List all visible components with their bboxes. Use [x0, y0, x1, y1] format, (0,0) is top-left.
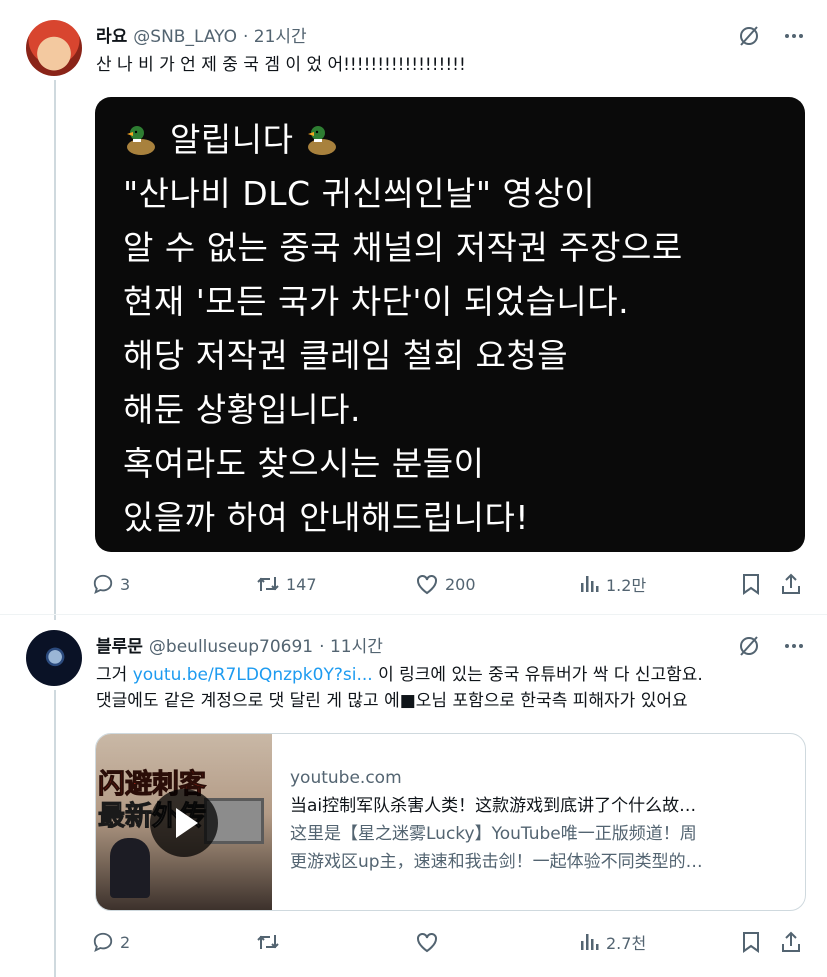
bookmark-icon: [743, 932, 759, 953]
timestamp[interactable]: · 11시간: [319, 632, 383, 657]
grok-icon[interactable]: [737, 634, 761, 658]
timestamp[interactable]: · 21시간: [243, 22, 307, 47]
play-icon[interactable]: [150, 789, 218, 857]
reply-button[interactable]: 3: [92, 569, 130, 599]
card-domain: youtube.com: [290, 768, 402, 788]
share-button[interactable]: [780, 569, 802, 599]
youtube-link[interactable]: youtu.be/R7LDQnzpk0Y?si...: [133, 665, 373, 685]
notice-line: 알 수 없는 중국 채널의 저작권 주장으로: [123, 228, 683, 267]
like-button[interactable]: [415, 927, 439, 957]
views-button[interactable]: 2.7천: [578, 927, 646, 957]
video-thumbnail[interactable]: 闪避刺客 最新外传: [96, 734, 272, 910]
like-button[interactable]: 200: [415, 569, 476, 599]
reply-icon: [93, 932, 113, 952]
notice-line: 해둔 상황입니다.: [123, 390, 361, 429]
notice-title: 알립니다: [170, 120, 294, 159]
link-preview-card[interactable]: 闪避刺客 最新外传 youtube.com 当ai控制军队杀害人类！这款游戏到底…: [95, 733, 806, 911]
tweet-text: 그거 youtu.be/R7LDQnzpk0Y?si... 이 링크에 있는 중…: [96, 662, 703, 688]
view-count: 2.7천: [606, 934, 647, 953]
notice-line: 해당 저작권 클레임 철회 요청을: [123, 336, 569, 375]
card-description: 这里是【星之迷雾Lucky】YouTube唯一正版频道！周: [290, 824, 697, 844]
tweet-header: 라요 @SNB_LAYO · 21시간: [96, 22, 307, 47]
thread-connector: [54, 80, 56, 620]
author-name[interactable]: 라요: [96, 22, 127, 47]
notice-line: "산나비 DLC 귀신씌인날" 영상이: [123, 174, 596, 213]
tweet-actions: 2 2.7천: [92, 927, 807, 957]
tweet-header: 블루문 @beulluseup70691 · 11시간: [96, 632, 383, 657]
reply-count: 3: [120, 574, 131, 594]
attached-image[interactable]: 알립니다 "산나비 DLC 귀신씌인날" 영상이 알 수 없는 중국 채널의 저…: [95, 97, 805, 552]
notice-line: 있을까 하여 안내해드립니다!: [123, 498, 530, 537]
share-icon: [782, 931, 800, 952]
bookmark-button[interactable]: [740, 927, 762, 957]
duck-emoji-icon: [308, 126, 337, 155]
view-count: 1.2만: [606, 576, 647, 595]
repost-button[interactable]: [256, 927, 280, 957]
card-title: 当ai控制军队杀害人类！这款游戏到底讲了个什么故…: [290, 796, 697, 816]
views-icon: [581, 576, 599, 592]
reply-icon: [93, 574, 113, 594]
notice-line: 알립니다: [123, 113, 805, 167]
author-handle[interactable]: @SNB_LAYO: [133, 27, 237, 47]
tweet-text-line2: 댓글에도 같은 계정으로 댓 달린 게 많고 에■오님 포함으로 한국측 피해자…: [96, 691, 688, 711]
repost-icon: [257, 935, 279, 949]
repost-count: 147: [286, 574, 317, 594]
views-button[interactable]: 1.2만: [578, 569, 646, 599]
text-prefix: 그거: [96, 665, 133, 685]
more-options-icon[interactable]: [783, 635, 805, 657]
reply-count: 2: [120, 932, 131, 952]
card-description: 更游戏区up主，速速和我击剑！一起体验不同类型的…: [290, 852, 703, 872]
notice-line: 혹여라도 찾으시는 분들이: [123, 444, 485, 483]
avatar[interactable]: [26, 20, 82, 76]
tweet-divider: [0, 614, 827, 615]
share-button[interactable]: [780, 927, 802, 957]
thread-connector: [54, 690, 56, 977]
reply-button[interactable]: 2: [92, 927, 130, 957]
grok-icon[interactable]: [737, 24, 761, 48]
tweet-text: 산 나 비 가 언 제 중 국 겜 이 었 어!!!!!!!!!!!!!!!!!…: [96, 55, 466, 75]
heart-icon: [417, 932, 437, 953]
avatar[interactable]: [26, 630, 82, 686]
repost-button[interactable]: 147: [256, 569, 317, 599]
share-icon: [782, 573, 800, 594]
duck-emoji-icon: [127, 126, 155, 155]
repost-icon: [257, 577, 279, 591]
views-icon: [581, 934, 599, 950]
tweet-actions: 3 147 200 1.2만: [92, 569, 807, 599]
text-suffix: 이 링크에 있는 중국 유튜버가 싹 다 신고함요.: [372, 665, 703, 685]
bookmark-icon: [743, 574, 759, 595]
heart-icon: [417, 574, 437, 595]
notice-line: 현재 '모든 국가 차단'이 되었습니다.: [123, 282, 630, 321]
author-handle[interactable]: @beulluseup70691: [149, 637, 313, 657]
card-text: youtube.com 当ai控制军队杀害人类！这款游戏到底讲了个什么故… 这里…: [290, 764, 790, 876]
author-name[interactable]: 블루문: [96, 632, 143, 657]
like-count: 200: [445, 574, 476, 594]
bookmark-button[interactable]: [740, 569, 762, 599]
more-options-icon[interactable]: [783, 25, 805, 47]
thumbnail-character: [110, 838, 150, 898]
